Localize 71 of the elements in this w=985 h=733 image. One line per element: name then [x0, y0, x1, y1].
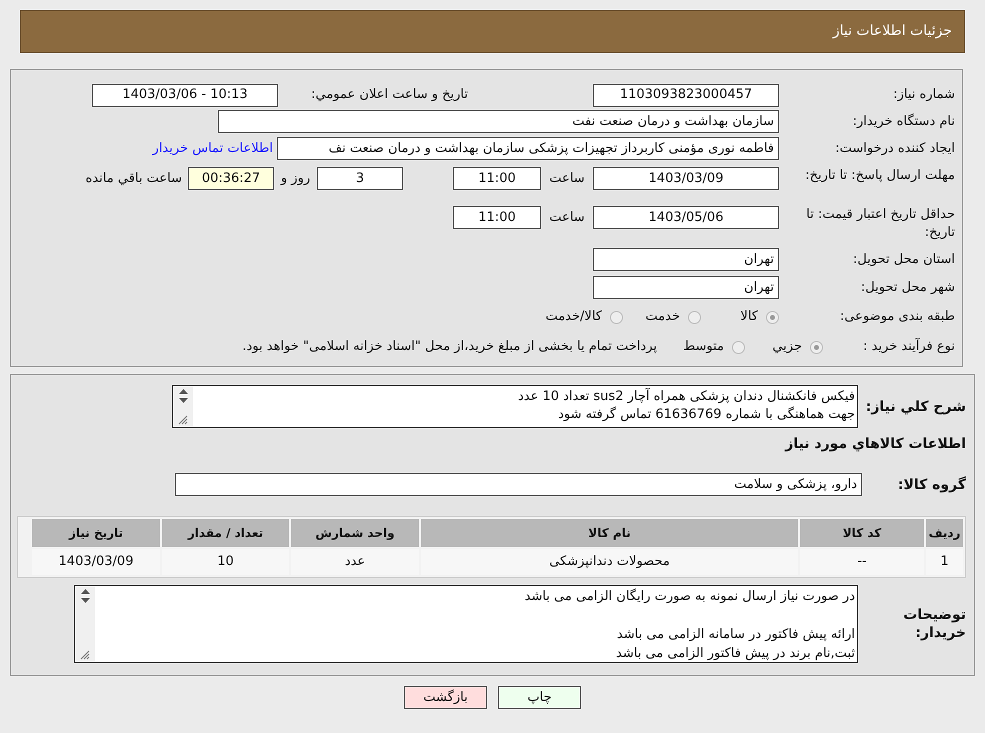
- column-header: نام کالا: [421, 519, 798, 547]
- radio-button[interactable]: [732, 340, 745, 354]
- print-button[interactable]: چاپ: [498, 686, 581, 709]
- scroll-arrows-icon: [80, 588, 90, 604]
- radio-button[interactable]: [766, 310, 779, 324]
- radio-button[interactable]: [688, 310, 701, 324]
- table-cell: محصولات دندانپزشکی: [421, 549, 798, 575]
- input-field[interactable]: 1103093823000457: [593, 84, 779, 106]
- table-cell: 1403/03/09: [32, 549, 160, 575]
- column-header: تاریخ نیاز: [32, 519, 160, 547]
- time-label: ساعت: [548, 170, 586, 188]
- input-field[interactable]: 11:00: [453, 206, 541, 229]
- remaining-label: ساعت باقي مانده: [86, 170, 182, 188]
- radio-label: کالا/خدمت: [545, 308, 602, 326]
- countdown-field[interactable]: 00:36:27: [188, 167, 274, 190]
- description-line: جهت هماهنگی با شماره 61636769 تماس گرفته شود: [557, 406, 855, 424]
- input-field[interactable]: 3: [317, 167, 403, 190]
- table-cell: 1: [926, 549, 963, 575]
- field-label: شماره نیاز:: [892, 86, 955, 104]
- column-header: تعداد / مقدار: [162, 519, 289, 547]
- field-label: مهلت ارسال پاسخ: تا تاریخ:: [805, 167, 955, 185]
- radio-label: متوسط: [683, 338, 724, 356]
- radio-button[interactable]: [610, 310, 623, 324]
- input-field[interactable]: 1403/03/06 - 10:13: [92, 84, 278, 106]
- time-label: ساعت: [548, 209, 586, 227]
- radio-button[interactable]: [810, 340, 823, 354]
- input-field[interactable]: سازمان بهداشت و درمان صنعت نفت: [218, 110, 779, 133]
- scroll-arrows-icon: [178, 388, 188, 404]
- field-label: شهر محل تحویل:: [860, 278, 955, 296]
- field-label: طبقه بندی موضوعی:: [838, 308, 955, 326]
- field-label: نام دستگاه خریدار:: [852, 112, 955, 130]
- scrollbar[interactable]: [75, 586, 95, 662]
- description-textarea[interactable]: فیکس فانکشنال دندان پزشکی همراه آچار sus2 تعداد 10 عدد جهت هماهنگی با شماره 61636769 تماس گرفته شود: [172, 385, 858, 428]
- table-cell: 10: [162, 549, 289, 575]
- column-header: ردیف: [926, 519, 963, 547]
- section-heading: اطلاعات کالاهاي مورد نياز: [784, 435, 966, 454]
- field-label: حداقل تاریخ اعتبار قیمت: تا تاریخ:: [805, 206, 955, 242]
- input-field[interactable]: تهران: [593, 248, 779, 271]
- input-field[interactable]: دارو، پزشکی و سلامت: [175, 473, 862, 496]
- field-label: نوع فرآیند خرید :: [862, 338, 955, 356]
- field-label: توضیحات خریدار:: [902, 606, 966, 642]
- table-cell: --: [800, 549, 924, 575]
- days-label: روز و: [279, 170, 312, 188]
- resize-grip-icon: [178, 415, 188, 425]
- input-field[interactable]: 1403/03/09: [593, 167, 779, 190]
- field-label: گروه کالا:: [896, 476, 966, 494]
- radio-label: کالا: [740, 308, 758, 326]
- note-line: ثبت,نام برند در پیش فاکتور الزامی می باشد: [615, 645, 855, 663]
- field-label: استان محل تحویل:: [852, 250, 955, 268]
- field-label: شرح کلي نياز:: [864, 398, 966, 416]
- buyer-contact-link[interactable]: اطلاعات تماس خریدار: [152, 138, 273, 158]
- note-line: در صورت نیاز ارسال نمونه به صورت رایگان الزامی می باشد: [524, 588, 855, 606]
- input-field[interactable]: 11:00: [453, 167, 541, 190]
- payment-note: پرداخت تمام یا بخشی از مبلغ خرید،از محل "اسناد خزانه اسلامی" خواهد بود.: [242, 338, 657, 356]
- radio-label: خدمت: [645, 308, 680, 326]
- input-field[interactable]: تهران: [593, 276, 779, 299]
- table-cell: عدد: [291, 549, 419, 575]
- field-label: تاریخ و ساعت اعلان عمومي:: [310, 86, 468, 104]
- resize-grip-icon: [80, 650, 90, 660]
- field-label: ایجاد کننده درخواست:: [834, 140, 955, 158]
- input-field[interactable]: 1403/05/06: [593, 206, 779, 229]
- column-header: واحد شمارش: [291, 519, 419, 547]
- note-line: ارائه پیش فاکتور در سامانه الزامی می باشد: [616, 626, 855, 644]
- input-field[interactable]: فاطمه نوری مؤمنی کاربرداز تجهیزات پزشکی سازمان بهداشت و درمان صنعت نف: [277, 137, 779, 160]
- column-header: کد کالا: [800, 519, 924, 547]
- page-title: جزئیات اطلاعات نیاز: [832, 22, 952, 41]
- back-button[interactable]: بازگشت: [404, 686, 487, 709]
- radio-label: جزیي: [772, 338, 802, 356]
- scrollbar[interactable]: [173, 386, 193, 427]
- buyer-notes-textarea[interactable]: در صورت نیاز ارسال نمونه به صورت رایگان الزامی می باشد ارائه پیش فاکتور در سامانه الزامی می باشد ثبت,نام برند در پیش فاکتور الزامی می باشد: [74, 585, 858, 663]
- description-line: فیکس فانکشنال دندان پزشکی همراه آچار sus2 تعداد 10 عدد: [516, 388, 855, 406]
